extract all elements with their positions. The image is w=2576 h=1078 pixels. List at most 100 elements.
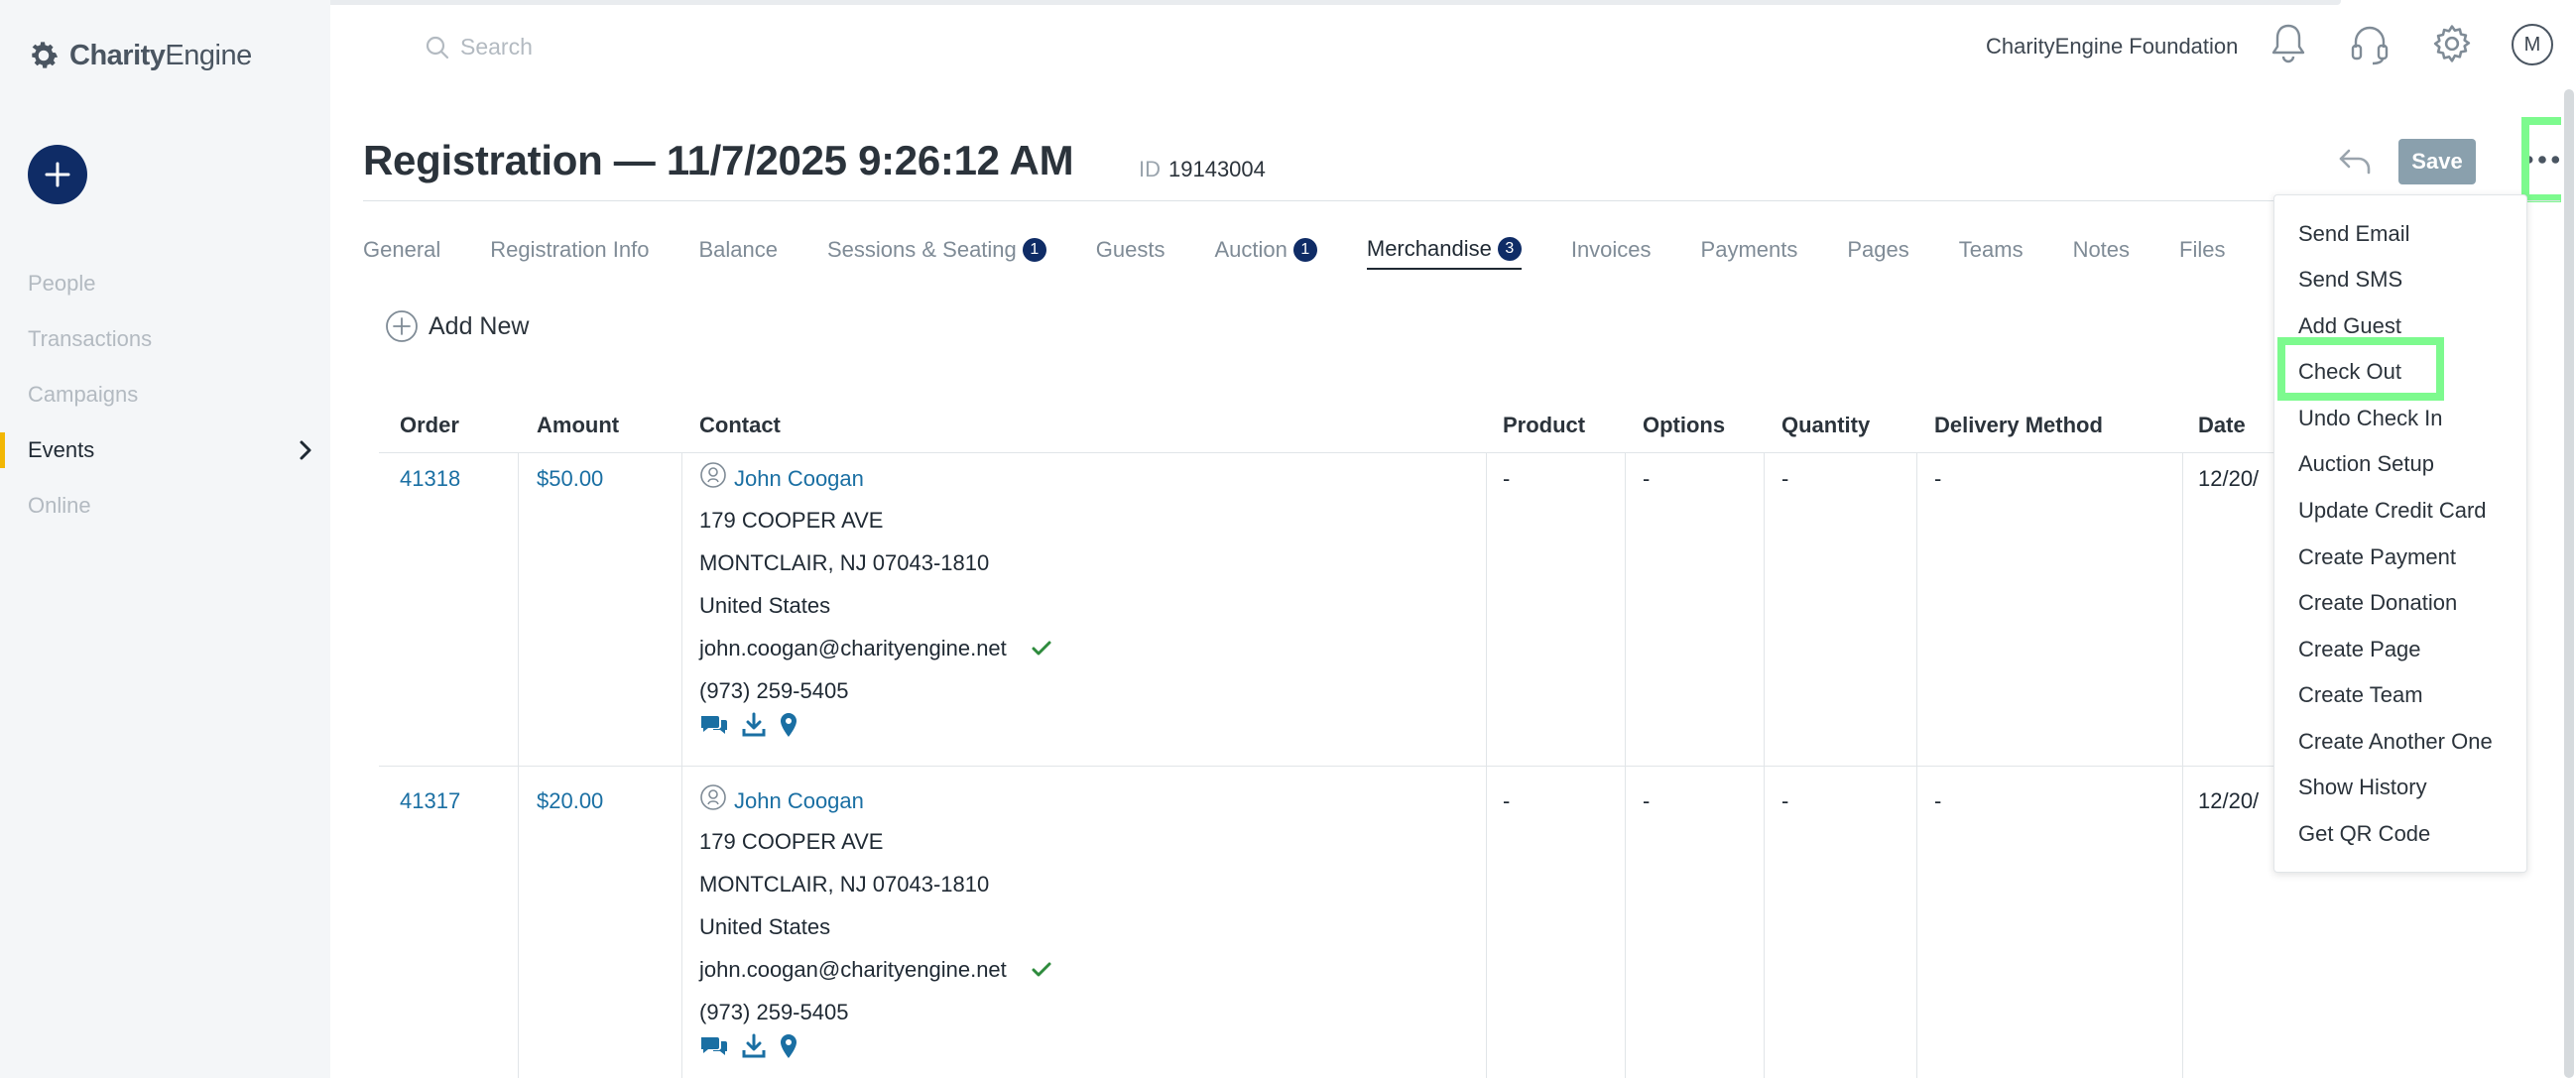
menu-item-create-another-one[interactable]: Create Another One	[2298, 729, 2493, 755]
tab-teams[interactable]: Teams	[1959, 236, 2024, 270]
page-scrollbar[interactable]	[2564, 89, 2574, 1078]
menu-item-get-qr-code[interactable]: Get QR Code	[2298, 821, 2430, 847]
tab-payments[interactable]: Payments	[1701, 236, 1798, 270]
logo-text-light: Engine	[165, 39, 252, 71]
tab-sessions-seating[interactable]: Sessions & Seating 1	[827, 236, 1046, 270]
menu-item-undo-check-in[interactable]: Undo Check In	[2298, 406, 2443, 431]
options-value: -	[1643, 788, 1651, 813]
menu-item-show-history[interactable]: Show History	[2298, 775, 2427, 800]
order-number-link[interactable]: 41317	[400, 788, 460, 814]
tab-invoices[interactable]: Invoices	[1571, 236, 1652, 270]
tab-merchandise[interactable]: Merchandise 3	[1366, 236, 1522, 270]
menu-item-add-guest[interactable]: Add Guest	[2298, 313, 2401, 339]
amount-link[interactable]: $20.00	[537, 788, 603, 814]
tab-label: Pages	[1847, 237, 1909, 262]
tab-balance[interactable]: Balance	[698, 236, 778, 270]
column-header-date[interactable]: Date	[2198, 413, 2246, 438]
download-icon[interactable]	[741, 712, 767, 738]
column-header-delivery-method[interactable]: Delivery Method	[1934, 413, 2103, 438]
contact-name-link[interactable]: John Coogan	[734, 466, 864, 492]
sidebar-item-transactions[interactable]: Transactions	[0, 311, 330, 367]
add-new-button[interactable]: Add New	[385, 309, 529, 343]
menu-item-create-payment[interactable]: Create Payment	[2298, 544, 2456, 570]
logo[interactable]: CharityEngine	[26, 38, 252, 73]
sidebar-item-events[interactable]: Events	[0, 422, 330, 478]
plus-icon	[45, 162, 70, 187]
sidebar-item-label: Events	[28, 437, 95, 462]
save-button[interactable]: Save	[2398, 139, 2476, 184]
create-new-button[interactable]	[28, 145, 87, 204]
order-number-link[interactable]: 41318	[400, 466, 460, 492]
menu-item-send-sms[interactable]: Send SMS	[2298, 267, 2402, 293]
search-input[interactable]: Search	[425, 34, 533, 60]
contact-phone-link[interactable]: (973) 259-5405	[699, 678, 848, 704]
record-id: ID 19143004	[1139, 157, 1266, 182]
record-id-value: 19143004	[1168, 157, 1266, 181]
column-header-order[interactable]: Order	[400, 413, 459, 438]
tab-label: Files	[2179, 237, 2226, 262]
menu-item-update-credit-card[interactable]: Update Credit Card	[2298, 498, 2487, 524]
plus-circle-icon	[386, 310, 418, 342]
sidebar-item-people[interactable]: People	[0, 256, 330, 311]
tab-label: General	[363, 237, 441, 262]
column-header-quantity[interactable]: Quantity	[1781, 413, 1870, 438]
contact-person-icon	[700, 784, 726, 810]
chat-icon[interactable]	[699, 712, 729, 738]
chevron-right-icon	[300, 440, 311, 460]
bell-icon[interactable]	[2269, 22, 2307, 65]
sidebar-item-campaigns[interactable]: Campaigns	[0, 367, 330, 422]
avatar[interactable]: M	[2512, 24, 2553, 65]
column-header-amount[interactable]: Amount	[537, 413, 619, 438]
delivery-method-value: -	[1934, 466, 1942, 491]
contact-person-icon	[700, 462, 726, 488]
tab-notes[interactable]: Notes	[2073, 236, 2130, 270]
tab-general[interactable]: General	[363, 236, 440, 270]
tab-count-badge: 3	[1497, 237, 1522, 261]
tab-files[interactable]: Files	[2179, 236, 2225, 270]
column-header-contact[interactable]: Contact	[699, 413, 781, 438]
date-value: 12/20/	[2198, 466, 2260, 491]
menu-item-create-donation[interactable]: Create Donation	[2298, 590, 2457, 616]
gear-icon[interactable]	[2430, 22, 2474, 65]
organization-name[interactable]: CharityEngine Foundation	[1986, 34, 2238, 60]
map-pin-icon[interactable]	[779, 1033, 798, 1059]
contact-phone-link[interactable]: (973) 259-5405	[699, 1000, 848, 1025]
highlight-check-out	[2277, 337, 2444, 401]
sidebar-item-online[interactable]: Online	[0, 478, 330, 534]
sidebar-item-label: Campaigns	[28, 382, 139, 407]
sidebar-item-label: Transactions	[28, 326, 153, 351]
tab-label: Balance	[698, 237, 778, 262]
chat-icon[interactable]	[699, 1033, 729, 1059]
menu-item-send-email[interactable]: Send Email	[2298, 221, 2410, 247]
logo-text-bold: Charity	[69, 39, 166, 71]
verified-check-icon	[1032, 962, 1051, 977]
contact-email-link[interactable]: john.coogan@charityengine.net	[699, 957, 1007, 983]
download-icon[interactable]	[741, 1033, 767, 1059]
menu-item-auction-setup[interactable]: Auction Setup	[2298, 451, 2434, 477]
product-value: -	[1503, 466, 1511, 491]
tab-label: Sessions & Seating	[827, 237, 1017, 262]
tab-bar: General Registration Info Balance Sessio…	[363, 236, 2226, 270]
tab-guests[interactable]: Guests	[1096, 236, 1165, 270]
menu-item-create-page[interactable]: Create Page	[2298, 637, 2421, 662]
headset-icon[interactable]	[2349, 22, 2391, 65]
contact-email-link[interactable]: john.coogan@charityengine.net	[699, 636, 1007, 661]
contact-country: United States	[699, 914, 831, 939]
sidebar-nav: People Transactions Campaigns Events Onl…	[0, 256, 330, 534]
contact-name-link[interactable]: John Coogan	[734, 788, 864, 814]
tab-label: Teams	[1958, 237, 2024, 262]
tab-auction[interactable]: Auction 1	[1214, 236, 1317, 270]
record-id-label: ID	[1139, 157, 1161, 181]
back-arrow-icon[interactable]	[2335, 141, 2375, 180]
menu-item-create-team[interactable]: Create Team	[2298, 682, 2423, 708]
tab-registration-info[interactable]: Registration Info	[490, 236, 649, 270]
map-pin-icon[interactable]	[779, 712, 798, 738]
amount-link[interactable]: $50.00	[537, 466, 603, 492]
sidebar-item-label: Online	[28, 493, 91, 518]
tab-pages[interactable]: Pages	[1847, 236, 1908, 270]
contact-city: MONTCLAIR, NJ 07043-1810	[699, 550, 990, 575]
column-header-options[interactable]: Options	[1643, 413, 1725, 438]
top-edge-bar	[119, 0, 2341, 5]
contact-street: 179 COOPER AVE	[699, 508, 884, 533]
column-header-product[interactable]: Product	[1503, 413, 1585, 438]
